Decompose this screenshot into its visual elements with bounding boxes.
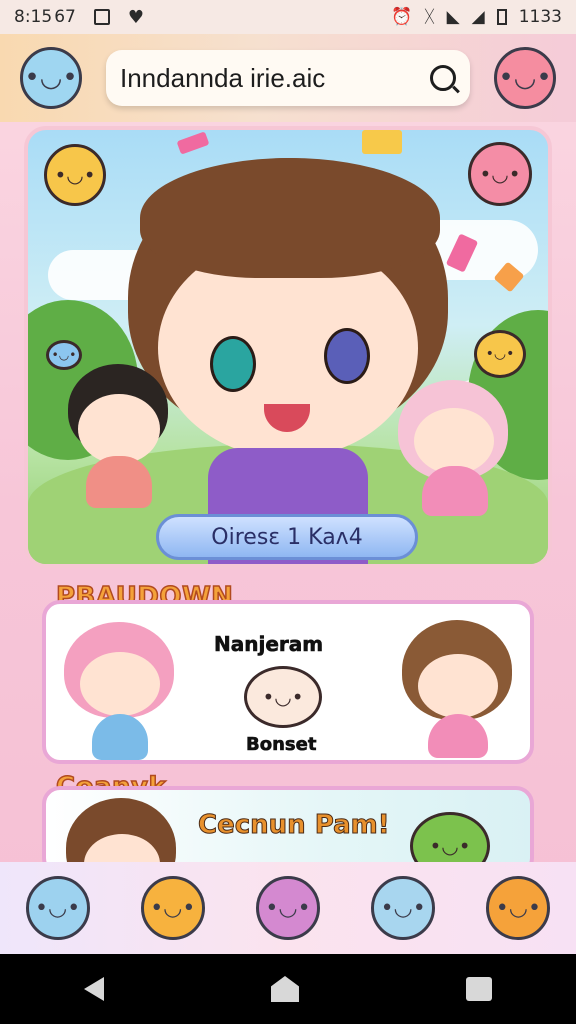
home-icon[interactable]	[270, 976, 299, 1002]
system-navigation-bar	[0, 954, 576, 1024]
status-bar: 8:15 67 ♥ ⏰ ᚷ ◣ ◢ 1133	[0, 0, 576, 34]
cream-cat-icon: •◡•	[244, 666, 322, 728]
pink-blob-mascot-icon[interactable]: •◡•	[494, 47, 556, 109]
confetti	[362, 130, 402, 154]
confetti	[176, 131, 210, 155]
left-chibi-boy	[64, 364, 174, 524]
orange-fox-icon[interactable]: •◡•	[486, 876, 551, 940]
character-card[interactable]: Nanjeram •◡• Bonset	[42, 600, 534, 764]
heart-icon: ♥	[127, 6, 144, 28]
hero-banner[interactable]: •◡• •◡• •◡• •◡• Oiresɛ 1 Kaʌ4	[24, 126, 552, 568]
battery-icon	[496, 9, 507, 25]
search-bar[interactable]: Inndannda irie.aic	[106, 50, 470, 106]
notification-box-icon	[93, 9, 110, 25]
card-title-2: Cecnun Pam!	[198, 810, 391, 841]
yellow-bear-icon: •◡•	[44, 144, 106, 206]
wifi-icon: ◣	[446, 7, 460, 27]
status-time-extra: 67	[54, 7, 76, 27]
cell-signal-icon: ◢	[471, 7, 485, 27]
pink-blob-icon: •◡•	[468, 142, 532, 206]
rainbow-hair-chibi	[64, 622, 174, 760]
right-chibi-girl	[398, 380, 508, 530]
alarm-icon: ⏰	[391, 7, 413, 27]
orange-cat-icon[interactable]: •◡•	[140, 876, 205, 940]
yellow-blob-icon: •◡•	[474, 330, 526, 378]
bottom-navigation: •◡• •◡• •◡• •◡• •◡•	[0, 862, 576, 954]
brown-hair-chibi	[402, 620, 512, 760]
search-icon[interactable]	[430, 65, 456, 91]
battery-text: 1133	[518, 7, 562, 27]
bluetooth-icon: ᚷ	[424, 7, 435, 27]
recents-icon[interactable]	[466, 977, 493, 1001]
back-icon[interactable]	[83, 977, 104, 1001]
status-time: 8:15	[14, 7, 53, 27]
blue-cat-mascot-icon[interactable]: •◡•	[20, 47, 82, 109]
blue-jellyfish-icon[interactable]: •◡•	[25, 876, 90, 940]
blue-jellyfish-icon-2[interactable]: •◡•	[371, 876, 436, 940]
top-app-bar: •◡• Inndannda irie.aic •◡•	[0, 34, 576, 122]
hero-action-button[interactable]: Oiresɛ 1 Kaʌ4	[156, 514, 418, 560]
card-subtitle: Bonset	[246, 734, 317, 756]
search-input[interactable]: Inndannda irie.aic	[120, 63, 430, 94]
card-title: Nanjeram	[214, 632, 324, 657]
purple-cat-icon[interactable]: •◡•	[255, 876, 320, 940]
